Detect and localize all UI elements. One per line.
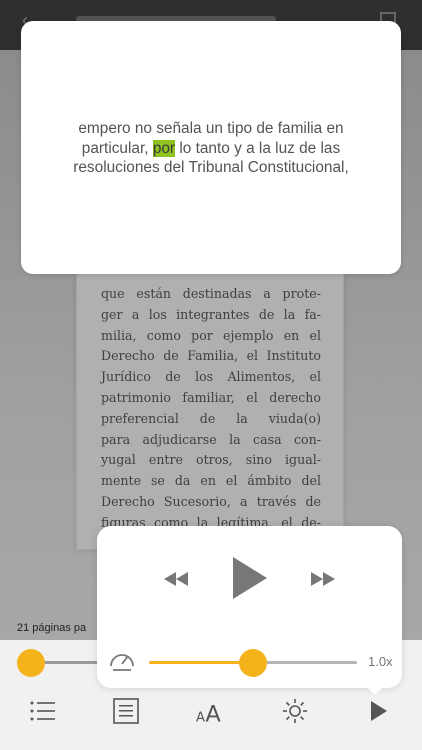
play-icon[interactable] [227, 552, 271, 604]
book-line: ger a los integrantes de la fa- [101, 306, 321, 322]
page-slider-knob[interactable] [17, 649, 45, 677]
book-line: Jurídico de los Alimentos, el [101, 369, 321, 385]
speed-slider-fill [149, 661, 253, 664]
book-line: Derecho de Familia, el Instituto [101, 348, 321, 364]
rewind-icon[interactable] [160, 566, 192, 592]
svg-text:A: A [205, 701, 221, 724]
audio-popup-pointer [362, 682, 388, 695]
book-line: yugal entre otros, sino igual- [101, 452, 321, 468]
pages-remaining-label: 21 páginas pa [17, 622, 87, 634]
svg-text:A: A [196, 710, 205, 724]
popup-line-1: empero no señala un tipo de familia en [78, 120, 344, 137]
book-line: mente se da en el ámbito del [101, 473, 321, 489]
list-icon[interactable] [28, 696, 58, 726]
audio-player-popup: 1.0x [97, 526, 402, 688]
book-line: que están destinadas a prote- [101, 286, 321, 301]
book-line: milia, como por ejemplo en el [101, 327, 321, 343]
popup-line-2: particular, por lo tanto y a la luz de l… [21, 139, 401, 159]
brightness-icon[interactable] [280, 696, 310, 726]
speed-label: 1.0x [368, 654, 393, 669]
speedometer-icon [107, 646, 137, 674]
book-line: preferencial de la viuda(o) [101, 410, 321, 426]
popup-line-3: resoluciones del Tribunal Constitucional… [73, 159, 349, 176]
book-line: para adjudicarse la casa con- [101, 431, 321, 447]
book-line: Derecho Sucesorio, a través de [101, 493, 321, 509]
font-size-icon[interactable]: A A [195, 696, 225, 726]
text-popup: empero no señala un tipo de familia en p… [21, 21, 401, 274]
popup-line-2-before: particular, [81, 139, 153, 157]
popup-line-2-after: lo tanto y a la luz de las [175, 139, 341, 157]
fast-forward-icon[interactable] [307, 566, 339, 592]
book-line: patrimonio familiar, el derecho [101, 389, 321, 405]
audio-play-icon[interactable] [364, 696, 394, 726]
page-icon[interactable] [111, 696, 141, 726]
highlighted-word: por [152, 139, 176, 157]
speed-slider-knob[interactable] [239, 649, 267, 677]
book-text: que están destinadas a prote-ger a los i… [101, 284, 321, 534]
popup-text: empero no señala un tipo de familia en p… [21, 119, 401, 178]
